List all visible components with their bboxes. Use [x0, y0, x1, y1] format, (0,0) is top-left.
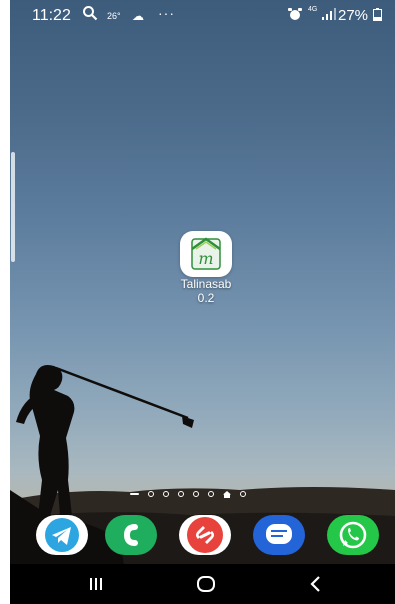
back-icon[interactable]: [304, 572, 328, 596]
recents-icon[interactable]: [84, 572, 108, 596]
alarm-icon: [288, 8, 302, 20]
home-page-icon: [223, 490, 231, 498]
page-dot: [208, 491, 214, 497]
page-dot: [163, 491, 169, 497]
house-logo-icon: m: [191, 237, 221, 270]
page-indicator-dash: [130, 493, 139, 495]
page-dot: [240, 491, 246, 497]
search-icon: [83, 6, 98, 21]
telegram-app-icon[interactable]: [36, 515, 88, 555]
messages-app-icon[interactable]: [253, 515, 305, 555]
weather-icon: ☁: [132, 9, 144, 23]
battery-icon: [373, 8, 382, 21]
app-icon-letters: m: [198, 249, 213, 268]
telegram-icon: [45, 518, 79, 552]
shazam-icon: [187, 517, 223, 553]
phone-icon: [123, 524, 138, 546]
status-more: ···: [158, 5, 175, 21]
page-dot: [178, 491, 184, 497]
talinasab-app-icon[interactable]: m: [180, 231, 232, 277]
shazam-app-icon[interactable]: [179, 515, 231, 555]
app-label-line2: 0.2: [197, 291, 215, 305]
edge-panel-handle[interactable]: [11, 152, 15, 262]
status-time: 11:22: [32, 7, 71, 24]
status-network: 4G: [308, 6, 318, 13]
page-dot: [148, 491, 154, 497]
home-screen: 11:22 26° ☁ ··· 4G 27% m Talinasab 0.2: [10, 0, 395, 604]
talinasab-app-label[interactable]: Talinasab 0.2: [156, 277, 256, 305]
whatsapp-icon: [339, 521, 367, 549]
status-bar: 11:22 26° ☁ ··· 4G 27%: [10, 0, 395, 32]
signal-icon: [322, 8, 336, 20]
navigation-bar: [10, 564, 395, 604]
status-temperature: 26°: [107, 11, 121, 21]
app-label-line1: Talinasab: [180, 277, 232, 291]
messages-icon: [266, 524, 292, 544]
home-icon[interactable]: [194, 572, 218, 596]
page-dot: [193, 491, 199, 497]
phone-app-icon[interactable]: [105, 515, 157, 555]
status-battery: 27%: [338, 7, 369, 24]
whatsapp-app-icon[interactable]: [327, 515, 379, 555]
page-indicator[interactable]: [130, 489, 280, 499]
